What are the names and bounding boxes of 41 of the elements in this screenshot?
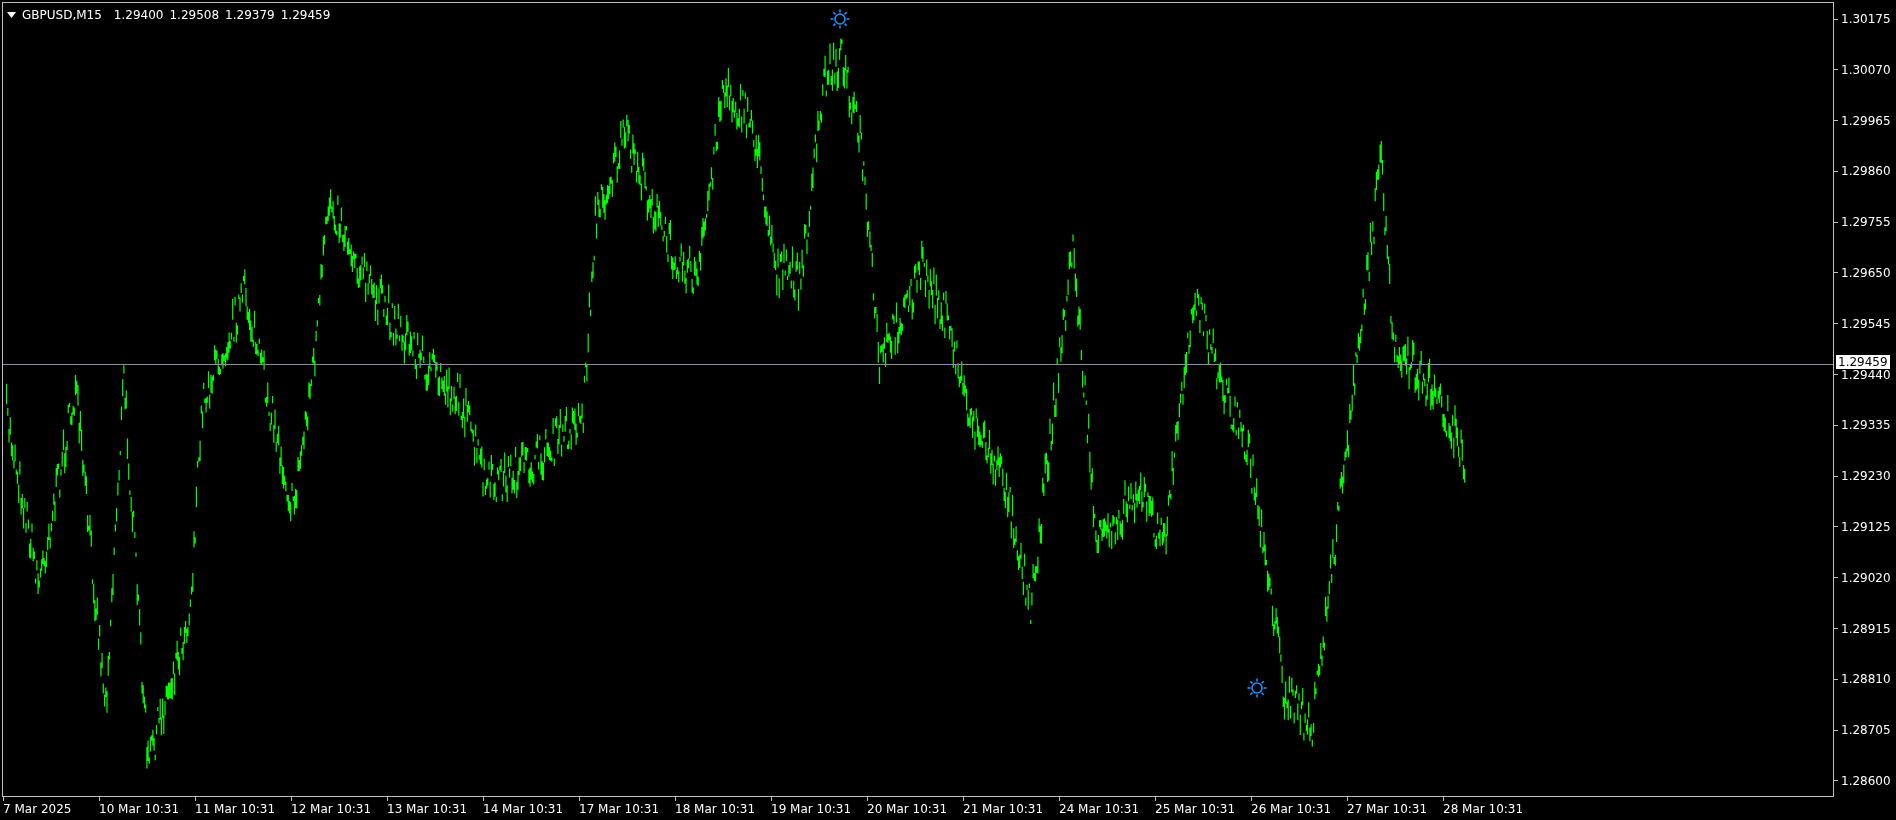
time-axis-label: 21 Mar 10:31: [963, 801, 1045, 817]
time-axis-label: 25 Mar 10:31: [1155, 801, 1237, 817]
price-axis-label: 1.28915: [1841, 620, 1891, 637]
quote-value: 1.29379: [225, 7, 275, 24]
time-axis-label: 13 Mar 10:31: [387, 801, 469, 817]
price-axis-label: 1.29020: [1841, 569, 1891, 586]
time-axis-label: 7 Mar 2025: [3, 801, 73, 817]
price-axis-label: 1.30070: [1841, 61, 1891, 78]
price-axis-label: 1.28600: [1841, 772, 1891, 789]
price-axis-label: 1.30175: [1841, 11, 1891, 27]
price-axis-label: 1.29335: [1841, 417, 1891, 434]
time-axis-label: 14 Mar 10:31: [483, 801, 565, 817]
time-axis-label: 12 Mar 10:31: [291, 801, 373, 817]
price-axis-label: 1.29440: [1841, 366, 1891, 383]
quote-value: 1.29508: [169, 7, 220, 24]
price-axis-label: 1.29545: [1841, 315, 1891, 332]
time-axis-label: 10 Mar 10:31: [99, 801, 181, 817]
time-axis-label: 28 Mar 10:31: [1443, 801, 1525, 817]
time-axis-label: 17 Mar 10:31: [579, 801, 661, 817]
price-axis-label: 1.28705: [1841, 722, 1891, 739]
price-axis-label: 1.29125: [1841, 518, 1891, 535]
time-axis-label: 20 Mar 10:31: [867, 801, 949, 817]
dropdown-triangle-icon[interactable]: [7, 12, 16, 18]
time-axis-label: 19 Mar 10:31: [771, 801, 853, 817]
price-axis-label: 1.29650: [1841, 265, 1891, 281]
price-axis-label: 1.29860: [1841, 163, 1891, 180]
time-axis-label: 26 Mar 10:31: [1251, 801, 1333, 817]
time-axis-label: 11 Mar 10:31: [195, 801, 277, 817]
time-axis-label: 18 Mar 10:31: [675, 801, 757, 817]
sun-icon: [1246, 677, 1268, 699]
price-axis-label: 1.29230: [1841, 468, 1891, 485]
quote-value: 1.29400: [113, 7, 164, 24]
time-axis-label: 27 Mar 10:31: [1347, 801, 1429, 817]
quote-value: 1.29459: [280, 7, 331, 24]
sun-icon: [829, 8, 851, 30]
price-axis-label: 1.28810: [1841, 671, 1891, 688]
current-price-badge: 1.29459: [1836, 355, 1890, 369]
symbol-label: GBPUSD,M15: [22, 7, 102, 24]
time-axis-label: 24 Mar 10:31: [1059, 801, 1141, 817]
price-axis-label: 1.29755: [1841, 214, 1891, 231]
price-axis-label: 1.29965: [1841, 112, 1891, 129]
